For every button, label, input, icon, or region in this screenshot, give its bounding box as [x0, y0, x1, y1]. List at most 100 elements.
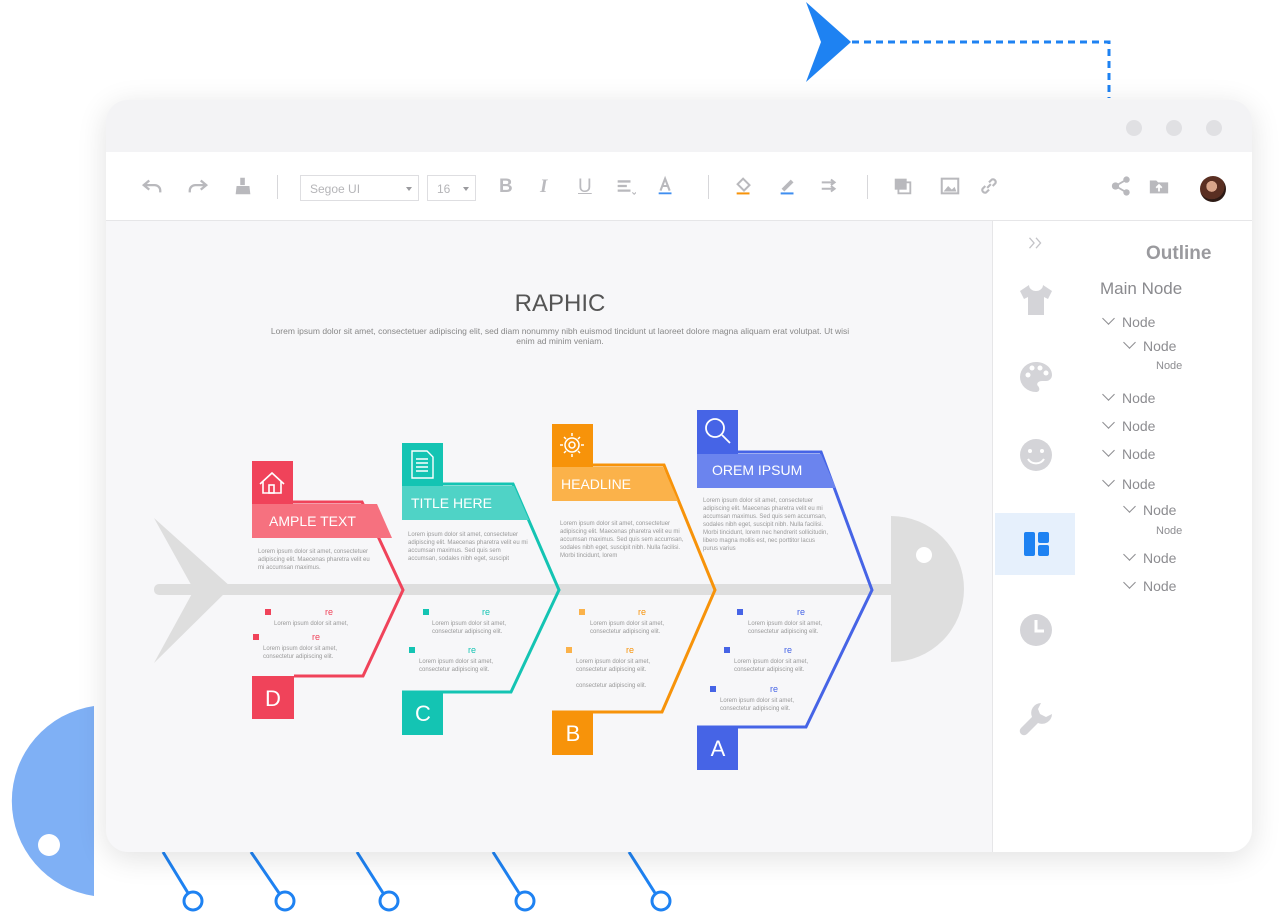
item-line: consectetur adipiscing elit.: [748, 629, 819, 635]
body-line: adipiscing elit. Maecenas pharetra velit…: [408, 540, 528, 546]
outline-node[interactable]: Node: [1123, 500, 1177, 518]
chevron-down-icon[interactable]: [1102, 416, 1115, 429]
font-color-icon[interactable]: [650, 170, 682, 202]
font-family-select[interactable]: Segoe UI: [300, 175, 419, 201]
undo-icon[interactable]: [136, 170, 168, 202]
palette-icon[interactable]: [1012, 353, 1060, 401]
outline-node[interactable]: Node: [1102, 444, 1155, 462]
underline-icon[interactable]: U: [578, 176, 592, 198]
font-size-select[interactable]: 16: [427, 175, 476, 201]
chevron-down-icon[interactable]: [1123, 576, 1136, 589]
upload-folder-icon[interactable]: [1143, 170, 1175, 202]
line-color-icon[interactable]: [772, 170, 804, 202]
body-line: purus varius: [703, 546, 736, 552]
branch-label: TITLE HERE: [411, 495, 492, 511]
layout-icon[interactable]: [1012, 520, 1060, 568]
outline-node[interactable]: Node: [1102, 416, 1156, 434]
chevron-down-icon[interactable]: [1102, 474, 1115, 487]
chevron-down-icon[interactable]: [1123, 336, 1136, 349]
align-icon[interactable]: [609, 170, 641, 202]
body-line: sodales nibh eget, suscipit nibh. Nulla …: [560, 545, 680, 551]
cursor-arrow-icon: [806, 2, 851, 82]
body-line: accumsan, sodales nibh eget, suscipit: [408, 556, 509, 562]
outline-node-label: Node: [1143, 502, 1177, 518]
format-painter-icon[interactable]: [227, 170, 259, 202]
item-line: consectetur adipiscing elit.: [263, 654, 334, 660]
item-line: Lorem ipsum dolor sit amet,: [419, 659, 493, 665]
item-bullet: [423, 609, 429, 615]
item-line: Lorem ipsum dolor sit amet,: [748, 621, 822, 627]
avatar[interactable]: [1200, 176, 1226, 202]
item-line: Lorem ipsum dolor sit amet,: [590, 621, 664, 627]
emoji-icon[interactable]: [1012, 431, 1060, 479]
item-bullet: [579, 609, 585, 615]
item-bullet: [253, 634, 259, 640]
outline-main-node[interactable]: Main Node: [1100, 279, 1182, 299]
chevron-down-icon[interactable]: [1123, 548, 1136, 561]
shirt-icon[interactable]: [1012, 275, 1060, 323]
body-line: Lorem ipsum dolor sit amet, consectetuer: [258, 549, 368, 555]
window-control-dot[interactable]: [1206, 120, 1222, 136]
window-control-dot[interactable]: [1126, 120, 1142, 136]
outline-node[interactable]: Node: [1123, 576, 1176, 594]
image-icon[interactable]: [934, 170, 966, 202]
blue-half-circle: [11, 706, 94, 896]
branch-label: HEADLINE: [561, 476, 631, 492]
outline-node-leaf[interactable]: Node: [1156, 360, 1182, 372]
item-line: Lorem ipsum dolor sit amet,: [720, 698, 794, 704]
chevron-down-icon[interactable]: [1102, 444, 1115, 457]
item-re: re: [468, 645, 476, 655]
branch-icon-box: [552, 424, 593, 467]
shadow-icon[interactable]: [887, 170, 919, 202]
branch-letter: D: [265, 686, 281, 711]
item-line: consectetur adipiscing elit.: [419, 667, 490, 673]
item-re: re: [325, 607, 333, 617]
clock-icon[interactable]: [1012, 606, 1060, 654]
item-line: Lorem ipsum dolor sit amet,: [263, 646, 337, 652]
diagram-title: RAPHIC: [515, 290, 606, 317]
diagram-canvas[interactable]: RAPHIC Lorem ipsum dolor sit amet, conse…: [106, 221, 992, 852]
branch-letter: C: [415, 701, 431, 726]
right-icon-sidebar: [992, 221, 1080, 852]
outline-node-leaf[interactable]: Node: [1156, 525, 1182, 537]
item-line: consectetur adipiscing elit.: [734, 667, 805, 673]
outline-node[interactable]: Node: [1102, 474, 1156, 492]
body-line: sodales nibh eget, suscipit nibh. Nulla …: [703, 522, 823, 528]
diagram-subtitle: enim ad minim veniam.: [516, 336, 603, 346]
outline-node-label: Node: [1122, 314, 1156, 330]
body-line: Morbi tincidunt, lorem nec hendrerit sol…: [703, 530, 828, 536]
outline-node[interactable]: Node: [1102, 388, 1156, 406]
link-icon[interactable]: [973, 170, 1005, 202]
body-line: accumsan maximus. Sed quis sem accumsan,: [560, 537, 684, 543]
connector-style-icon[interactable]: [814, 170, 846, 202]
item-bullet: [566, 647, 572, 653]
outline-node-label: Node: [1122, 476, 1156, 492]
branch-letter: A: [711, 736, 726, 761]
italic-icon[interactable]: I: [540, 176, 547, 198]
branch-letter: B: [566, 721, 581, 746]
branch-icon-box: [402, 443, 443, 486]
outline-node[interactable]: Node: [1102, 312, 1156, 330]
chevron-down-icon[interactable]: [1123, 500, 1136, 513]
item-re: re: [312, 632, 320, 642]
branch-label: AMPLE TEXT: [269, 513, 356, 529]
window-control-dot[interactable]: [1166, 120, 1182, 136]
chevron-down-icon[interactable]: [1102, 312, 1115, 325]
collapse-panel-icon[interactable]: [1012, 225, 1060, 261]
outline-node[interactable]: Node: [1123, 336, 1177, 354]
fill-color-icon[interactable]: [728, 170, 760, 202]
wrench-icon[interactable]: [1012, 695, 1060, 743]
bold-icon[interactable]: B: [499, 176, 513, 198]
app-window: Segoe UI 16 B I U RAPHIC Lorem ipsum dol…: [106, 100, 1252, 852]
body-line: adipiscing elit. Maecenas pharetra velit…: [703, 506, 823, 512]
outline-node-label: Node: [1122, 390, 1156, 406]
fishbone-diagram[interactable]: RAPHIC Lorem ipsum dolor sit amet, conse…: [106, 221, 992, 852]
item-line: consectetur adipiscing elit.: [432, 629, 503, 635]
redo-icon[interactable]: [182, 170, 214, 202]
chevron-down-icon[interactable]: [1102, 388, 1115, 401]
item-bullet: [737, 609, 743, 615]
share-icon[interactable]: [1105, 170, 1137, 202]
outline-node-label: Node: [1122, 418, 1156, 434]
outline-node-label: Node: [1143, 338, 1177, 354]
outline-node[interactable]: Node: [1123, 548, 1176, 566]
